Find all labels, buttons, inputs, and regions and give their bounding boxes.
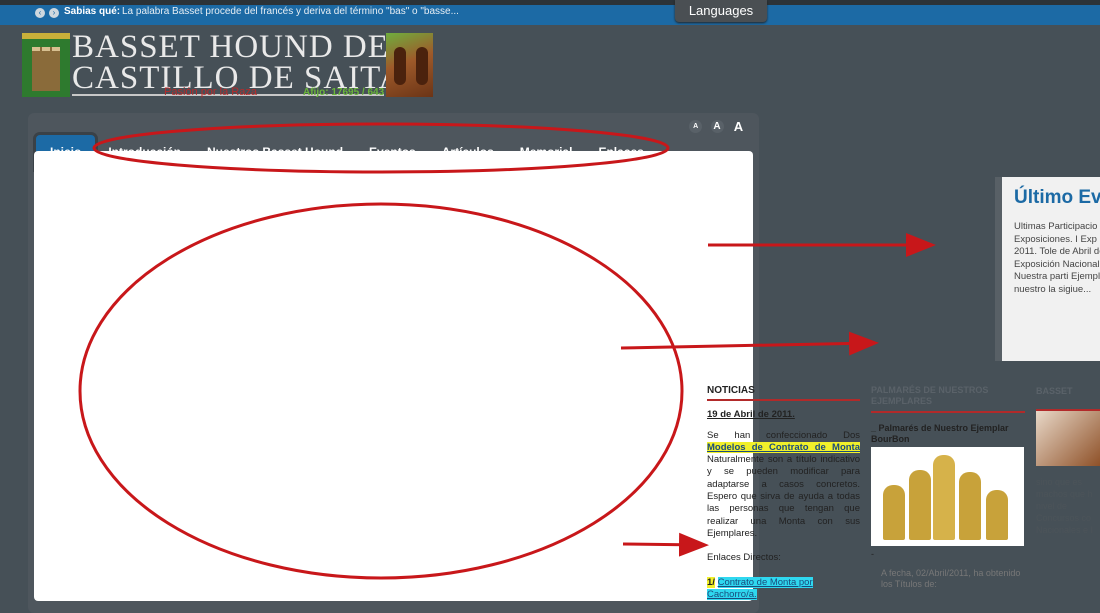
contract-models-link[interactable]: Modelos de Contrato de Monta	[707, 441, 860, 453]
direct-link-1: 1/ Contrato de Monta por Cachorro/a.	[707, 576, 813, 600]
ticker-text[interactable]: La palabra Basset procede del francés y …	[122, 6, 459, 17]
content-area	[34, 151, 753, 601]
latest-event-title[interactable]: Último Ev	[1014, 187, 1100, 209]
logo-tagline: Pasión por la Raza	[164, 86, 257, 98]
news-date: 19 de Abril de 2011.	[707, 409, 795, 421]
logo-afijo: Afijo: 17695 / 643	[303, 87, 385, 98]
latest-event-text: Ultimas Participacio Exposiciones. I Exp…	[1014, 221, 1100, 295]
palmares-text: A fecha, 02/Abril/2011, ha obtenido los …	[881, 568, 1021, 589]
third-heading: BASSET	[1036, 385, 1100, 411]
castle-crest-icon	[22, 33, 70, 97]
languages-button[interactable]: Languages	[675, 0, 767, 22]
direct-links-label: Enlaces Directos:	[707, 552, 781, 564]
font-size-medium-button[interactable]: A	[710, 120, 724, 134]
contract-puppy-link[interactable]: Contrato de Monta por Cachorro/a.	[707, 576, 813, 600]
palmares-column: PALMARÉS DE NUESTROS EJEMPLARES _ Palmar…	[871, 385, 1025, 590]
font-size-large-button[interactable]: A	[732, 120, 745, 133]
palmares-heading: PALMARÉS DE NUESTROS EJEMPLARES	[871, 385, 1025, 413]
font-size-controls: A A A	[685, 118, 745, 136]
basset-dog-image	[386, 33, 433, 97]
news-body: Se han confeccionado Dos Modelos de Cont…	[707, 429, 860, 539]
basset-thumbnail-image	[1036, 411, 1100, 466]
chevron-left-icon[interactable]: ‹	[35, 8, 45, 18]
chevron-right-icon[interactable]: ›	[49, 8, 59, 18]
news-heading: NOTICIAS	[707, 385, 860, 402]
font-size-small-button[interactable]: A	[689, 120, 703, 134]
trophies-image	[871, 447, 1024, 546]
third-text: sino que es machos que h nivel de Concur…	[1036, 477, 1094, 535]
third-column: BASSET sino que es machos que h nivel de…	[1036, 385, 1100, 536]
ticker-label: Sabias qué:	[64, 6, 121, 17]
news-column: NOTICIAS 19 de Abril de 2011. Se han con…	[707, 385, 860, 601]
top-ticker-bar: ‹ › Sabias qué: La palabra Basset proced…	[0, 0, 1100, 25]
site-logo[interactable]: BASSET HOUND DEL CASTILLO DE SAITAI Pasi…	[22, 29, 433, 98]
palmares-title[interactable]: _ Palmarés de Nuestro Ejemplar BourBon	[871, 423, 1025, 445]
latest-event-panel: Último Ev Ultimas Participacio Exposicio…	[995, 177, 1100, 361]
